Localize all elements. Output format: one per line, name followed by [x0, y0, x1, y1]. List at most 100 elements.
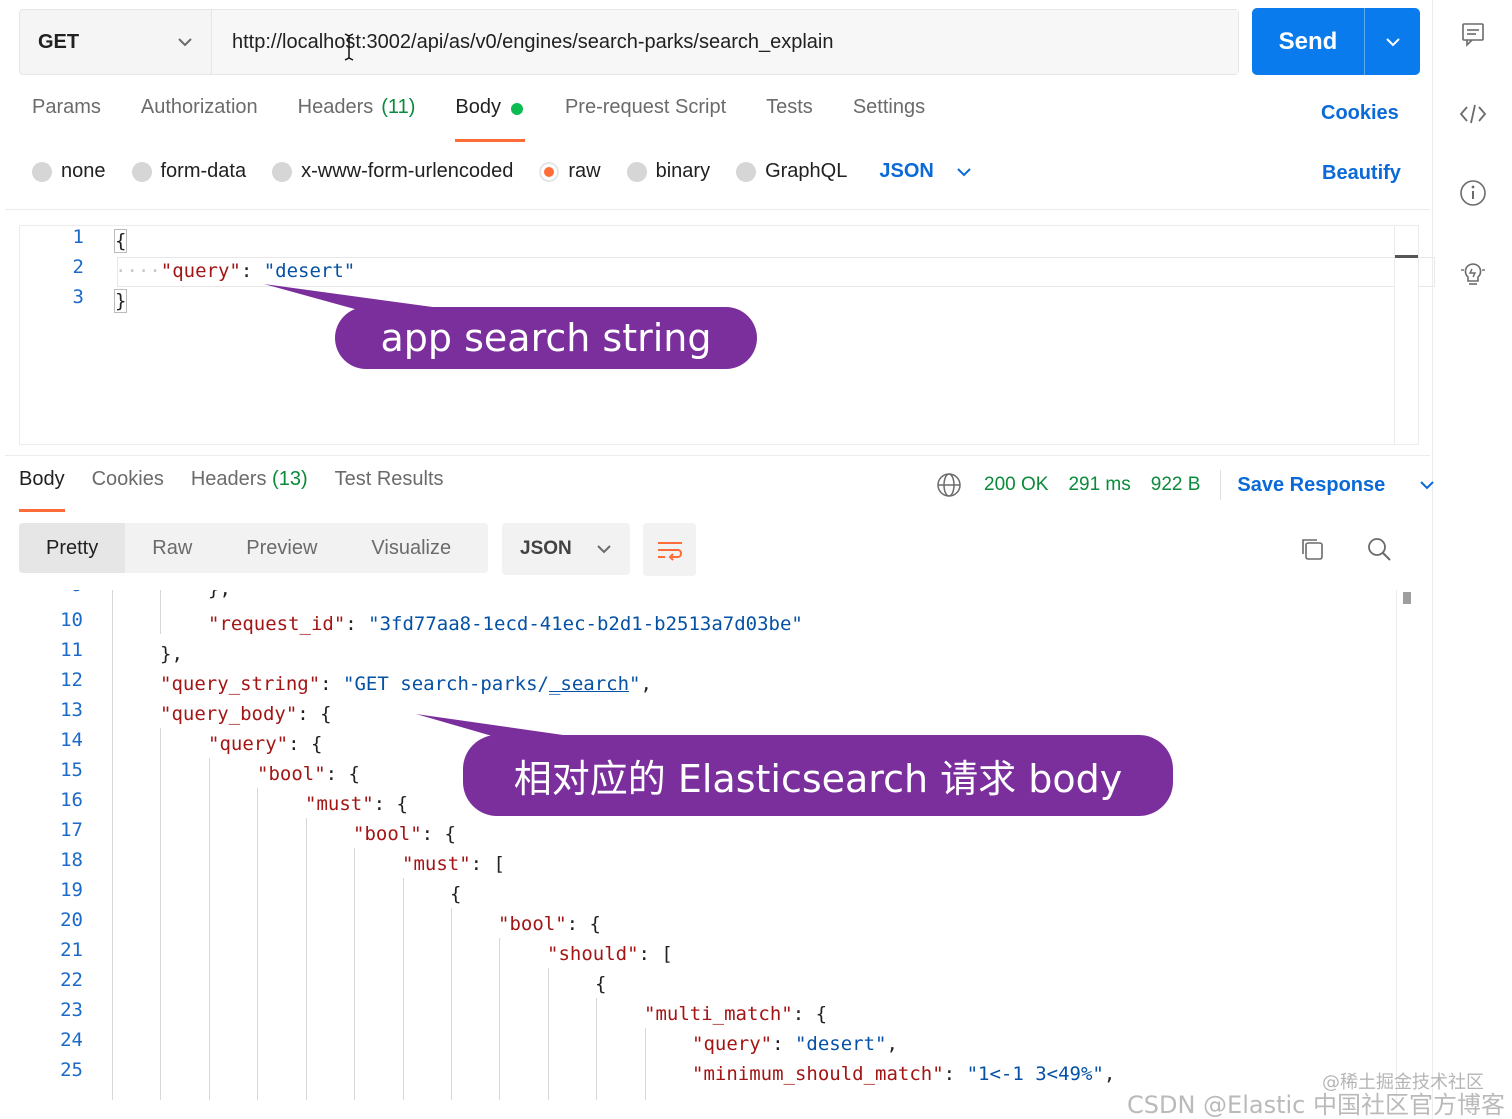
- response-tab-cookies[interactable]: Cookies: [92, 468, 164, 510]
- json-key: "bool": [353, 823, 422, 845]
- body-format-select[interactable]: JSON: [879, 160, 971, 183]
- tab-pre-request-script[interactable]: Pre-request Script: [565, 96, 726, 142]
- view-visualize[interactable]: Visualize: [344, 523, 478, 573]
- scroll-thumb[interactable]: [1403, 592, 1411, 604]
- json-value: "1<-1 3<49%": [966, 1063, 1104, 1085]
- line-number: 12: [60, 669, 83, 691]
- mode-raw[interactable]: raw: [539, 160, 601, 183]
- json-value-link[interactable]: _search: [549, 673, 629, 695]
- mode-label: x-www-form-urlencoded: [301, 160, 514, 182]
- request-url-bar: GET http://localhost:3002/api/as/v0/engi…: [19, 9, 1239, 75]
- json-value: search-parks/: [400, 673, 549, 695]
- code-punct: },: [160, 643, 183, 665]
- line-number: 19: [60, 879, 83, 901]
- line-number: 11: [60, 639, 83, 661]
- tab-label: Params: [32, 96, 101, 118]
- mode-none[interactable]: none: [32, 160, 106, 183]
- mode-binary[interactable]: binary: [626, 160, 711, 183]
- json-key: "query_body": [160, 703, 298, 725]
- search-icon[interactable]: [1365, 535, 1393, 563]
- indent-guide: [645, 1028, 646, 1100]
- mode-label: none: [61, 160, 106, 182]
- tab-label: Settings: [852, 96, 926, 118]
- send-button[interactable]: Send: [1252, 8, 1364, 75]
- code-punct: :: [345, 613, 369, 635]
- watermark-large: CSDN @Elastic 中国社区官方博客: [1127, 1091, 1505, 1119]
- tab-params[interactable]: Params: [32, 96, 101, 142]
- json-key: "should": [547, 943, 639, 965]
- body-mode-selector: none form-data x-www-form-urlencoded raw…: [32, 160, 972, 183]
- indent-guide: [596, 998, 597, 1100]
- beautify-link[interactable]: Beautify: [1322, 162, 1401, 185]
- send-options-button[interactable]: [1364, 8, 1420, 75]
- json-value: "desert": [794, 1033, 887, 1055]
- response-body-viewer[interactable]: 9 10 11 12 13 14 15 16 17 18 19 20 21 22…: [19, 590, 1419, 1100]
- scroll-thumb[interactable]: [1395, 255, 1418, 258]
- code-punct: {: [595, 973, 607, 995]
- tab-authorization[interactable]: Authorization: [141, 96, 258, 142]
- indent-guide: [257, 788, 258, 1100]
- headers-count: (13): [272, 468, 308, 490]
- mode-form-data[interactable]: form-data: [131, 160, 247, 183]
- view-preview[interactable]: Preview: [219, 523, 344, 573]
- response-scrollbar[interactable]: [1396, 590, 1419, 1100]
- json-key: "must": [305, 793, 374, 815]
- tab-label: Headers: [190, 468, 267, 490]
- mode-label: binary: [655, 160, 711, 182]
- copy-icon[interactable]: [1298, 535, 1326, 563]
- radio-button: [626, 161, 647, 182]
- cookies-link[interactable]: Cookies: [1321, 102, 1399, 125]
- tab-body[interactable]: Body: [455, 96, 525, 142]
- indent-dots: ····: [115, 260, 161, 282]
- code-punct: :: [320, 673, 344, 695]
- method-select[interactable]: GET: [20, 10, 212, 74]
- editor-scrollbar[interactable]: [1394, 226, 1418, 444]
- send-button-group: Send: [1252, 8, 1420, 75]
- indent-guide: [112, 590, 113, 1100]
- line-number: 14: [60, 729, 83, 751]
- url-text: http://localhost:3002/api/as/v0/engines/…: [232, 30, 834, 53]
- right-sidebar: [1432, 0, 1512, 1119]
- tab-settings[interactable]: Settings: [853, 96, 925, 142]
- response-time[interactable]: 291 ms: [1068, 474, 1130, 496]
- globe-icon[interactable]: [936, 472, 962, 498]
- line-number: 2: [72, 256, 84, 278]
- json-key: "query": [692, 1033, 773, 1055]
- view-pretty[interactable]: Pretty: [19, 523, 126, 573]
- code-punct: ,: [640, 673, 652, 695]
- json-key: "query": [160, 260, 241, 282]
- response-tab-headers[interactable]: Headers (13): [191, 468, 308, 510]
- wrap-lines-button[interactable]: [643, 523, 696, 576]
- comments-icon[interactable]: [1457, 18, 1489, 50]
- tab-headers[interactable]: Headers (11): [298, 96, 416, 142]
- view-raw[interactable]: Raw: [125, 523, 219, 573]
- response-tab-test-results[interactable]: Test Results: [335, 468, 444, 510]
- lightbulb-icon[interactable]: [1457, 257, 1489, 289]
- indent-guide: [306, 818, 307, 1100]
- mode-label: form-data: [160, 160, 247, 182]
- method-label: GET: [38, 30, 80, 53]
- indent-guide: [451, 908, 452, 1100]
- url-input[interactable]: http://localhost:3002/api/as/v0/engines/…: [212, 10, 1238, 74]
- info-icon[interactable]: [1457, 177, 1489, 209]
- code-punct: {: [450, 883, 462, 905]
- annotation-callout: 相对应的 Elasticsearch 请求 body: [463, 735, 1173, 816]
- chevron-down-icon: [178, 38, 192, 47]
- code-punct: : {: [421, 823, 456, 845]
- response-tab-body[interactable]: Body: [19, 468, 65, 512]
- line-number: 22: [60, 969, 83, 991]
- json-key: "must": [402, 853, 471, 875]
- divider: [5, 455, 1430, 456]
- mode-graphql[interactable]: GraphQL: [736, 160, 847, 183]
- save-response-button[interactable]: Save Response: [1237, 474, 1435, 497]
- status-code[interactable]: 200 OK: [984, 474, 1048, 496]
- tab-tests[interactable]: Tests: [766, 96, 813, 142]
- code-icon[interactable]: [1457, 98, 1489, 130]
- chevron-down-icon: [1420, 481, 1434, 490]
- json-key: "bool": [257, 763, 326, 785]
- mode-x-www-form-urlencoded[interactable]: x-www-form-urlencoded: [272, 160, 513, 183]
- line-number: 15: [60, 759, 83, 781]
- response-format-select[interactable]: JSON: [502, 523, 630, 575]
- code-punct: : {: [297, 703, 332, 725]
- response-size[interactable]: 922 B: [1151, 474, 1201, 496]
